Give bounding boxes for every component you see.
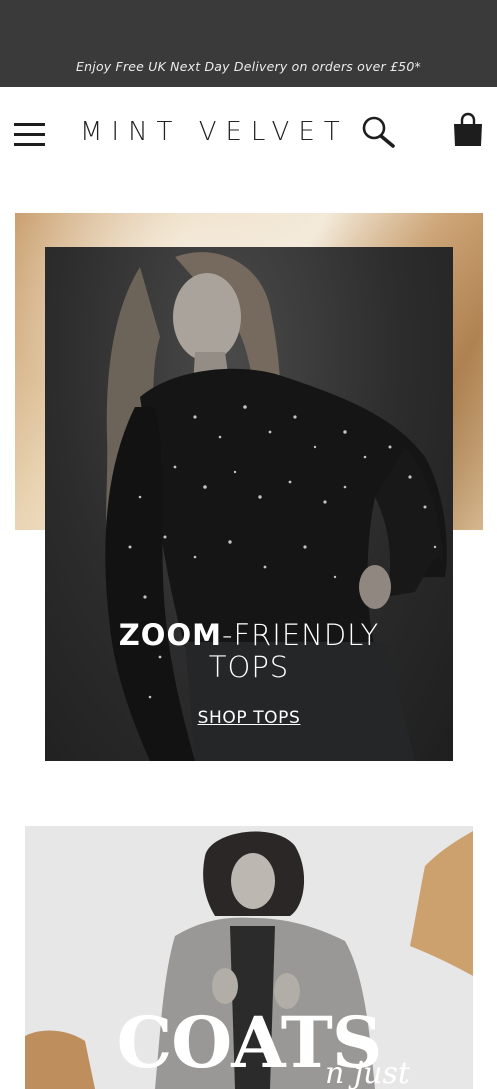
hamburger-menu-icon[interactable] — [14, 123, 45, 147]
shop-tops-link[interactable]: SHOP TOPS — [45, 708, 453, 728]
hero-title-line2: TOPS — [208, 650, 290, 684]
site-header: MINT VELVET — [0, 87, 497, 182]
search-icon[interactable] — [360, 115, 396, 151]
hero-title-rest: -FRIENDLY — [221, 618, 380, 652]
shopping-bag-icon[interactable] — [451, 111, 485, 149]
coats-banner[interactable]: COATS n just — [25, 826, 473, 1089]
coats-script-text: n just — [325, 1056, 410, 1089]
brand-logo[interactable]: MINT VELVET — [80, 117, 349, 147]
hero-banner-tops[interactable]: ZOOM-FRIENDLY TOPS SHOP TOPS — [45, 247, 453, 761]
promo-delivery-text[interactable]: Enjoy Free UK Next Day Delivery on order… — [0, 59, 497, 74]
promo-bar: Enjoy Free UK Next Day Delivery on order… — [0, 0, 497, 87]
hero-title-bold: ZOOM — [118, 618, 222, 652]
hero-title: ZOOM-FRIENDLY TOPS — [45, 619, 453, 683]
